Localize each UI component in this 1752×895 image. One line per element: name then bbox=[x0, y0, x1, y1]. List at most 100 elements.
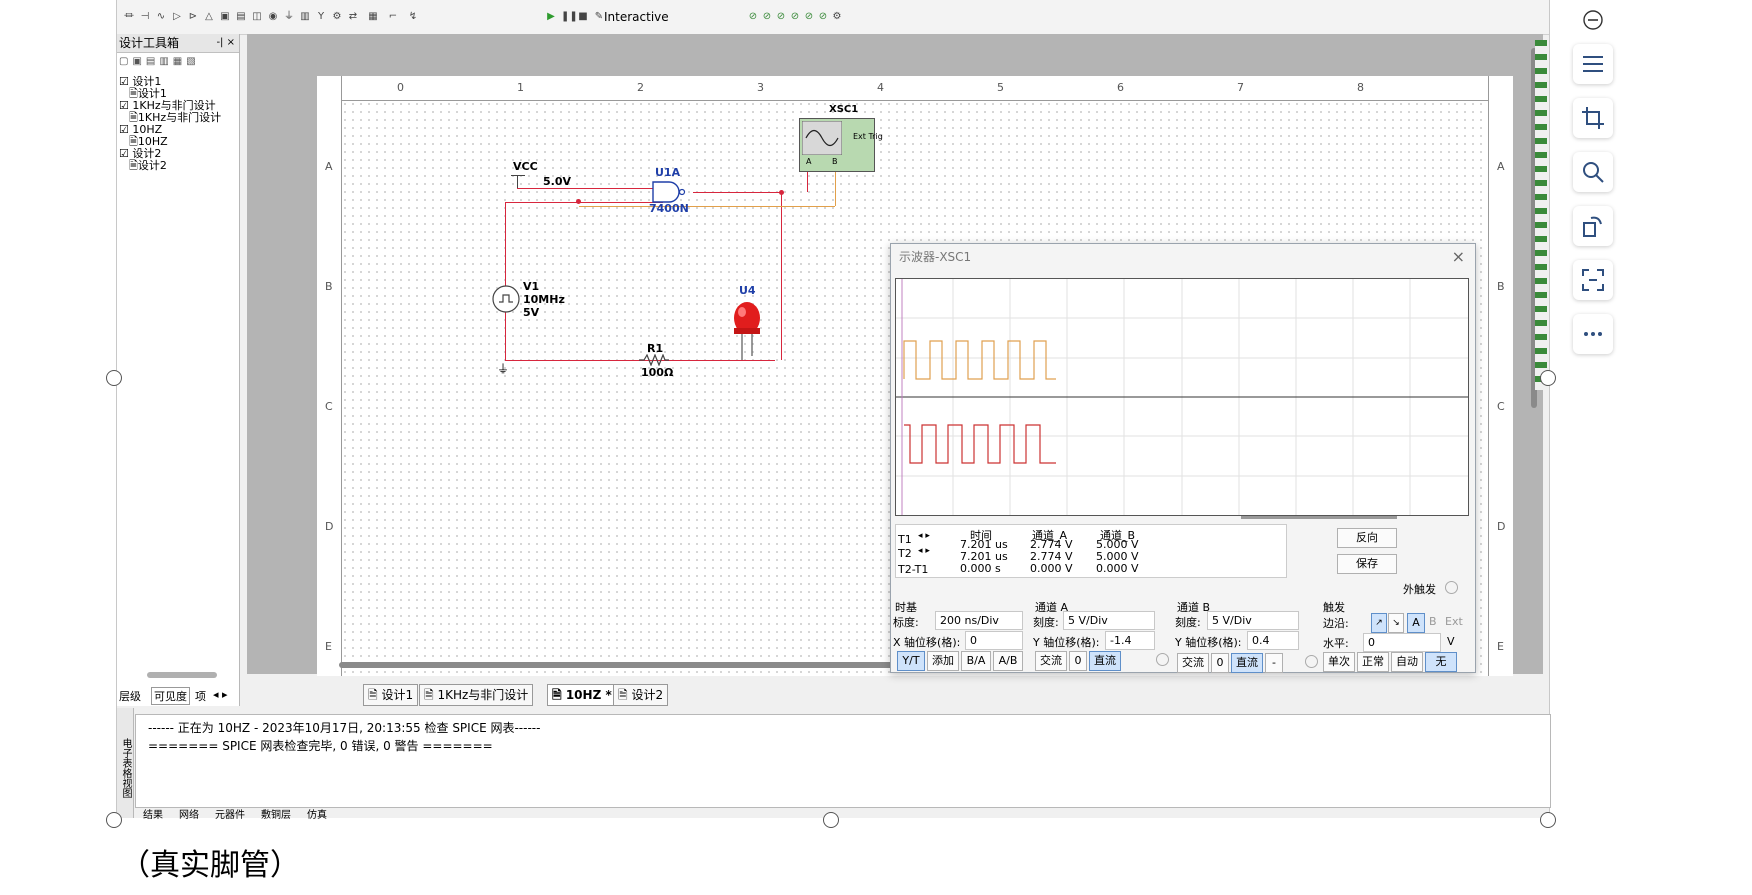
toolbox-close-icon[interactable]: -| × bbox=[216, 34, 235, 52]
wire-led-vertical[interactable] bbox=[781, 192, 782, 360]
ba-button[interactable]: B/A bbox=[961, 651, 991, 671]
channel-a-terminal[interactable] bbox=[1156, 653, 1169, 666]
rotate-tool-button[interactable] bbox=[1573, 206, 1613, 246]
probe-tool-icon[interactable]: ↯ bbox=[407, 11, 419, 23]
wire-scope-b[interactable] bbox=[579, 206, 835, 207]
channel-a-zero-button[interactable]: 0 bbox=[1069, 651, 1087, 671]
wire-gate-out[interactable] bbox=[693, 192, 783, 193]
trigger-level-field[interactable]: 0 bbox=[1363, 633, 1441, 652]
close-icon[interactable]: × bbox=[1452, 244, 1465, 270]
hierarchy-tool-icon[interactable]: ▦ bbox=[367, 11, 379, 23]
channel-b-terminal[interactable] bbox=[1305, 655, 1318, 668]
trigger-single-button[interactable]: 单次 bbox=[1323, 652, 1355, 672]
trigger-source-ext[interactable]: Ext bbox=[1445, 615, 1463, 628]
probe-diff-icon[interactable]: ⊘ bbox=[789, 11, 801, 23]
scope-screen[interactable] bbox=[895, 278, 1469, 516]
wire-vcc-gate[interactable] bbox=[517, 188, 663, 189]
toolbox-scrollbar[interactable] bbox=[147, 672, 217, 678]
tab-project[interactable]: 项 bbox=[195, 688, 206, 704]
toolbox-icon-row[interactable]: ▢▣▤▥▦▧ bbox=[119, 56, 200, 67]
doc-tab-design2[interactable]: 🗎 设计2 bbox=[613, 684, 669, 706]
probe-settings-icon[interactable]: ⚙ bbox=[831, 11, 843, 23]
ground-icon[interactable]: ⏚ bbox=[497, 360, 509, 377]
simulation-mode-label[interactable]: Interactive bbox=[604, 10, 669, 24]
more-tool-button[interactable] bbox=[1573, 314, 1613, 354]
trigger-source-a[interactable]: A bbox=[1407, 613, 1425, 633]
adjust-tool-button[interactable] bbox=[1573, 44, 1613, 84]
resize-handle-right[interactable] bbox=[1540, 370, 1556, 386]
trigger-auto-button[interactable]: 自动 bbox=[1391, 652, 1423, 672]
probe-current-icon[interactable]: ⊘ bbox=[761, 11, 773, 23]
clock-source-symbol[interactable] bbox=[491, 284, 521, 314]
mixed-tool-icon[interactable]: ◫ bbox=[251, 11, 263, 23]
output-tab-nets[interactable]: 网络 bbox=[179, 806, 199, 821]
add-button[interactable]: 添加 bbox=[927, 651, 959, 671]
falling-edge-icon[interactable]: ↘ bbox=[1388, 613, 1404, 633]
misc-tool-icon[interactable]: ▥ bbox=[299, 11, 311, 23]
stop-icon[interactable]: ■ bbox=[577, 11, 589, 23]
probe-ref-icon[interactable]: ⊘ bbox=[817, 11, 829, 23]
ab-button[interactable]: A/B bbox=[993, 651, 1023, 671]
ext-trigger-terminal[interactable] bbox=[1445, 581, 1458, 594]
bus-tool-icon[interactable]: ⌐ bbox=[387, 11, 399, 23]
probe-voltage-icon[interactable]: ⊘ bbox=[747, 11, 759, 23]
channel-a-scale-field[interactable]: 5 V/Div bbox=[1063, 611, 1155, 630]
electromech-tool-icon[interactable]: ⚙ bbox=[331, 11, 343, 23]
channel-b-dc-button[interactable]: 直流 bbox=[1231, 653, 1263, 673]
trigger-normal-button[interactable]: 正常 bbox=[1357, 652, 1389, 672]
scope-scrollbar[interactable] bbox=[1241, 516, 1397, 519]
output-tab-components[interactable]: 元器件 bbox=[215, 806, 245, 821]
search-tool-button[interactable] bbox=[1573, 152, 1613, 192]
instrument-palette[interactable] bbox=[1535, 40, 1547, 390]
indicator-tool-icon[interactable]: ◉ bbox=[267, 11, 279, 23]
wire-source-gate[interactable] bbox=[505, 202, 663, 203]
ttl-tool-icon[interactable]: ▣ bbox=[219, 11, 231, 23]
rf-tool-icon[interactable]: Y bbox=[315, 11, 327, 23]
scope-title-bar[interactable]: 示波器-XSC1 × bbox=[891, 244, 1475, 270]
nand-gate-symbol[interactable] bbox=[651, 180, 691, 204]
oscilloscope-window[interactable]: 示波器-XSC1 × 时间 通道_A 通道_B T1 ◂ ▸ 7.201 us … bbox=[890, 243, 1476, 673]
vcc-label[interactable]: VCC bbox=[513, 160, 538, 173]
channel-b-zero-button[interactable]: 0 bbox=[1211, 653, 1229, 673]
channel-b-scale-field[interactable]: 5 V/Div bbox=[1207, 611, 1299, 630]
t1-arrows-icon[interactable]: ◂ ▸ bbox=[918, 531, 930, 541]
doc-tab-10hz[interactable]: 🗎 10HZ * bbox=[547, 684, 617, 706]
resistor-tool-icon[interactable]: ⏛ bbox=[123, 11, 135, 23]
resize-handle-bottom-left[interactable] bbox=[106, 812, 122, 828]
run-icon[interactable]: ▶ bbox=[545, 11, 557, 23]
channel-a-ac-button[interactable]: 交流 bbox=[1035, 651, 1067, 671]
output-tab-results[interactable]: 结果 bbox=[143, 806, 163, 821]
timebase-xpos-field[interactable]: 0 bbox=[965, 631, 1023, 650]
resize-handle-bottom-right[interactable] bbox=[1540, 812, 1556, 828]
wire-source-vertical[interactable] bbox=[505, 202, 506, 360]
output-tab-copper[interactable]: 敷铜层 bbox=[261, 806, 291, 821]
diode-tool-icon[interactable]: ▷ bbox=[171, 11, 183, 23]
connector-tool-icon[interactable]: ⇄ bbox=[347, 11, 359, 23]
doc-tab-1khz[interactable]: 🗎 1KHz与非门设计 bbox=[419, 684, 534, 706]
rising-edge-icon[interactable]: ↗ bbox=[1371, 613, 1387, 633]
resistor-symbol[interactable] bbox=[639, 354, 669, 366]
resize-handle-bottom[interactable] bbox=[823, 812, 839, 828]
output-tab-simulation[interactable]: 仿真 bbox=[307, 806, 327, 821]
reverse-button[interactable]: 反向 bbox=[1337, 528, 1397, 548]
crop-tool-button[interactable] bbox=[1573, 98, 1613, 138]
channel-a-dc-button[interactable]: 直流 bbox=[1089, 651, 1121, 671]
pause-icon[interactable]: ❚❚ bbox=[561, 11, 578, 23]
probe-digital-icon[interactable]: ⊘ bbox=[803, 11, 815, 23]
t2-arrows-icon[interactable]: ◂ ▸ bbox=[918, 546, 930, 556]
capacitor-tool-icon[interactable]: ⊣ bbox=[139, 11, 151, 23]
save-button[interactable]: 保存 bbox=[1337, 554, 1397, 574]
scan-tool-button[interactable] bbox=[1573, 260, 1613, 300]
power-tool-icon[interactable]: ⏚ bbox=[283, 11, 295, 23]
vcc-symbol[interactable] bbox=[511, 175, 525, 176]
timebase-scale-field[interactable]: 200 ns/Div bbox=[935, 611, 1023, 630]
tab-scroll-arrows[interactable]: ◂ ▸ bbox=[213, 688, 228, 701]
zoom-out-icon[interactable] bbox=[1583, 10, 1603, 30]
transistor-tool-icon[interactable]: ⊳ bbox=[187, 11, 199, 23]
channel-b-ac-button[interactable]: 交流 bbox=[1177, 653, 1209, 673]
trigger-source-b[interactable]: B bbox=[1429, 615, 1437, 628]
doc-tab-design1[interactable]: 🗎 设计1 bbox=[363, 684, 419, 706]
trigger-none-button[interactable]: 无 bbox=[1425, 652, 1457, 672]
led-symbol[interactable] bbox=[731, 300, 765, 362]
opamp-tool-icon[interactable]: △ bbox=[203, 11, 215, 23]
